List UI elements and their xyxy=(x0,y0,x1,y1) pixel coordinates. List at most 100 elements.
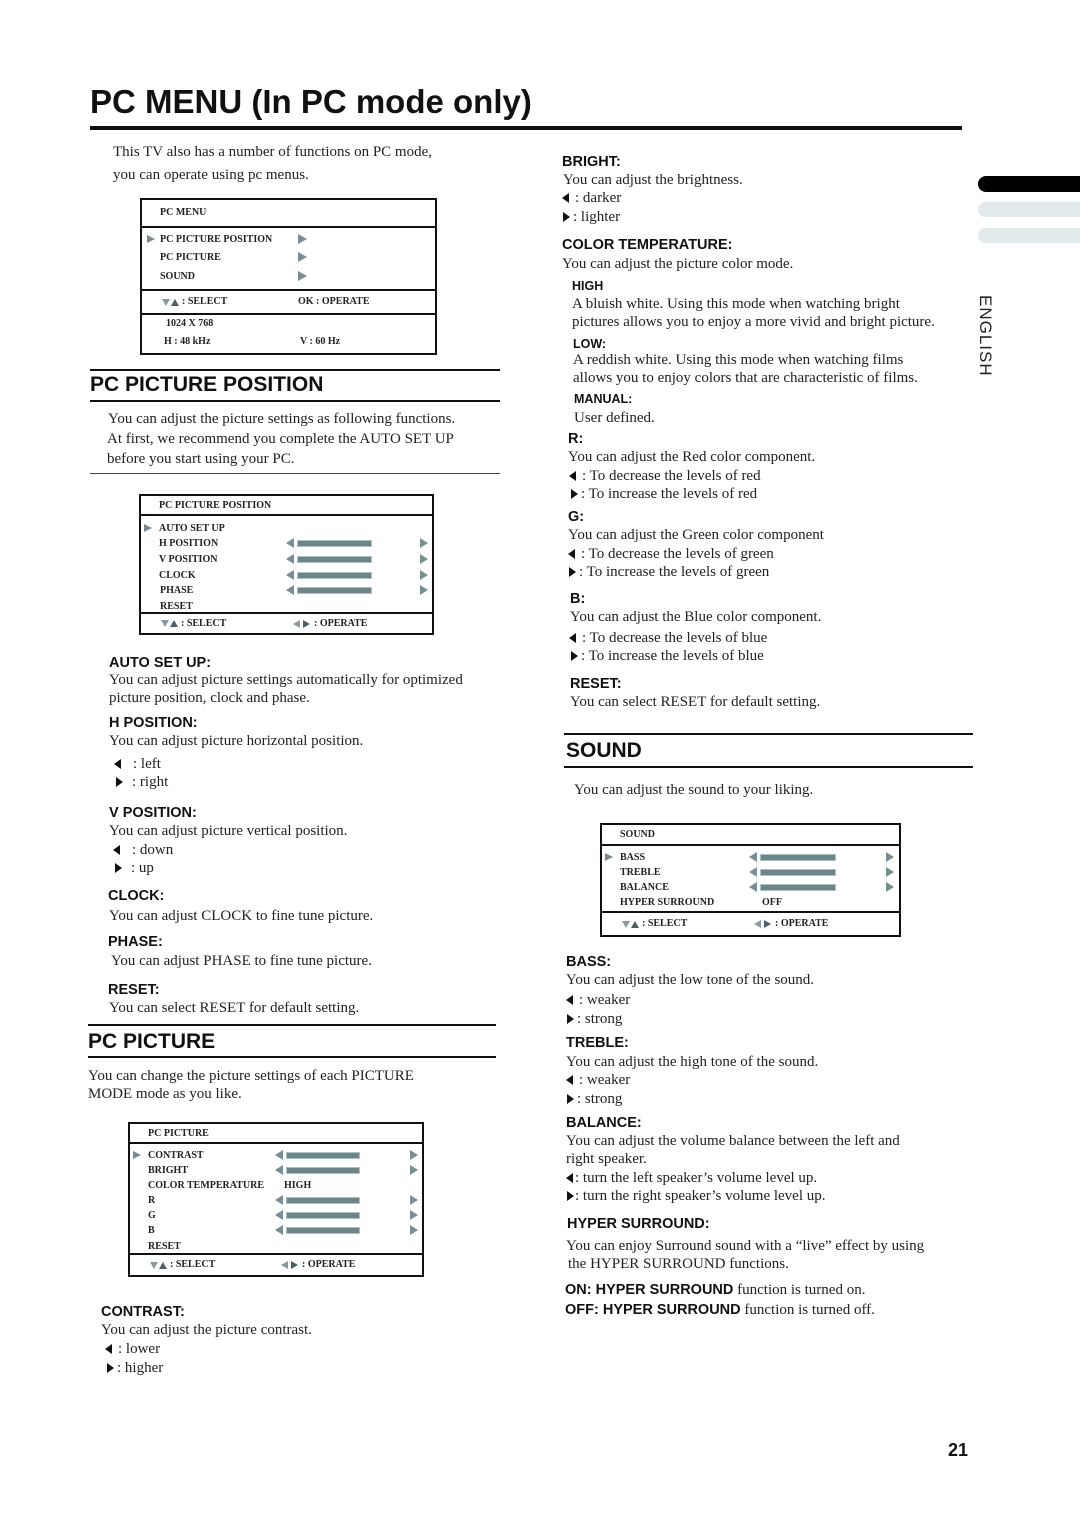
osd-item[interactable]: BRIGHT xyxy=(130,1163,422,1178)
osd-item[interactable]: HYPER SURROUND OFF xyxy=(602,895,899,910)
osd-item[interactable]: AUTO SET UP xyxy=(141,521,432,536)
osd-item[interactable]: V POSITION xyxy=(141,552,432,567)
slider-bar[interactable] xyxy=(286,1227,360,1234)
slider-bar[interactable] xyxy=(760,884,836,891)
select-hint-text: : SELECT xyxy=(170,1259,216,1270)
osd-items: AUTO SET UP H POSITION V POSITION CLOCK … xyxy=(141,516,432,614)
section-rule-bottom xyxy=(564,766,973,768)
r-left-hint: : To decrease the levels of red xyxy=(569,467,761,485)
increase-arrow-icon[interactable] xyxy=(886,867,894,877)
heading-b: B: xyxy=(570,591,586,607)
slider-bar[interactable] xyxy=(286,1152,360,1159)
left-arrow-icon xyxy=(754,920,761,928)
increase-arrow-icon[interactable] xyxy=(886,852,894,862)
decrease-arrow-icon[interactable] xyxy=(275,1150,283,1160)
g-right-hint: : To increase the levels of green xyxy=(569,563,769,581)
increase-arrow-icon[interactable] xyxy=(420,585,428,595)
bright-desc: You can adjust the brightness. xyxy=(563,172,743,188)
language-tab[interactable] xyxy=(978,228,1080,243)
contrast-right-hint: : higher xyxy=(107,1359,163,1377)
v-frequency: V : 60 Hz xyxy=(300,336,341,347)
heading-low: LOW: xyxy=(573,337,607,351)
slider-bar[interactable] xyxy=(297,587,372,594)
osd-item[interactable]: RESET xyxy=(130,1239,422,1254)
increase-arrow-icon[interactable] xyxy=(410,1210,418,1220)
increase-arrow-icon[interactable] xyxy=(410,1165,418,1175)
g-left-hint: : To decrease the levels of green xyxy=(568,545,774,563)
increase-arrow-icon[interactable] xyxy=(410,1195,418,1205)
intro-line: At first, we recommend you complete the … xyxy=(107,431,454,447)
language-tab-active[interactable] xyxy=(978,176,1080,192)
osd-item[interactable]: PHASE xyxy=(141,583,432,598)
osd-item[interactable]: PC PICTURE POSITION xyxy=(142,232,435,247)
osd-footer: : SELECT OK : OPERATE xyxy=(142,291,435,315)
color-temperature-desc: You can adjust the picture color mode. xyxy=(562,256,794,272)
decrease-arrow-icon[interactable] xyxy=(275,1165,283,1175)
h-position-left-hint: : left xyxy=(114,755,161,773)
osd-item[interactable]: CLOCK xyxy=(141,568,432,583)
slider-bar[interactable] xyxy=(297,572,372,579)
osd-item[interactable]: COLOR TEMPERATURE HIGH xyxy=(130,1178,422,1193)
slider-bar[interactable] xyxy=(297,556,372,563)
language-tab[interactable] xyxy=(978,202,1080,217)
increase-arrow-icon[interactable] xyxy=(886,882,894,892)
decrease-arrow-icon[interactable] xyxy=(749,867,757,877)
osd-item-label: PC PICTURE xyxy=(160,252,221,263)
osd-item[interactable]: SOUND xyxy=(142,269,435,284)
off-text: function is turned off. xyxy=(740,1302,875,1318)
left-arrow-icon xyxy=(566,1173,573,1183)
selection-pointer-icon xyxy=(144,524,152,532)
section-title-pc-picture-position: PC PICTURE POSITION xyxy=(90,373,324,396)
decrease-arrow-icon[interactable] xyxy=(275,1210,283,1220)
right-arrow-icon xyxy=(116,777,123,787)
osd-item[interactable]: G xyxy=(130,1208,422,1223)
osd-item[interactable]: RESET xyxy=(141,599,432,614)
slider-bar[interactable] xyxy=(286,1167,360,1174)
osd-item[interactable]: PC PICTURE xyxy=(142,250,435,265)
increase-arrow-icon[interactable] xyxy=(420,554,428,564)
slider-bar[interactable] xyxy=(286,1212,360,1219)
increase-arrow-icon[interactable] xyxy=(420,570,428,580)
decrease-arrow-icon[interactable] xyxy=(749,852,757,862)
heading-v-position: V POSITION: xyxy=(109,805,197,821)
select-hint: : SELECT xyxy=(161,614,226,633)
heading-reset: RESET: xyxy=(108,982,160,998)
hint-text: : lower xyxy=(118,1341,161,1357)
osd-item[interactable]: TREBLE xyxy=(602,865,899,880)
slider-bar[interactable] xyxy=(297,540,372,547)
osd-item-label: BASS xyxy=(620,852,646,863)
desc-line: You can enjoy Surround sound with a “liv… xyxy=(566,1238,925,1254)
resolution: 1024 X 768 xyxy=(166,318,214,329)
decrease-arrow-icon[interactable] xyxy=(286,554,294,564)
osd-item[interactable]: BALANCE xyxy=(602,880,899,895)
right-arrow-icon xyxy=(571,651,578,661)
decrease-arrow-icon[interactable] xyxy=(275,1225,283,1235)
slider-bar[interactable] xyxy=(760,869,836,876)
select-hint-text: : SELECT xyxy=(642,918,688,929)
osd-item-label: COLOR TEMPERATURE xyxy=(148,1180,265,1191)
selection-pointer-icon xyxy=(605,853,613,861)
slider-bar[interactable] xyxy=(760,854,836,861)
osd-item[interactable]: BASS xyxy=(602,850,899,865)
decrease-arrow-icon[interactable] xyxy=(749,882,757,892)
osd-item[interactable]: H POSITION xyxy=(141,536,432,551)
increase-arrow-icon[interactable] xyxy=(410,1150,418,1160)
h-position-desc: You can adjust picture horizontal positi… xyxy=(109,733,364,749)
operate-hint-text: : OPERATE xyxy=(775,918,829,929)
heading-balance: BALANCE: xyxy=(566,1115,642,1131)
right-arrow-icon xyxy=(567,1014,574,1024)
heading-color-temperature: COLOR TEMPERATURE: xyxy=(562,237,733,253)
osd-item[interactable]: B xyxy=(130,1223,422,1238)
decrease-arrow-icon[interactable] xyxy=(286,570,294,580)
submenu-arrow-icon xyxy=(298,271,307,281)
decrease-arrow-icon[interactable] xyxy=(286,585,294,595)
slider-bar[interactable] xyxy=(286,1197,360,1204)
hint-text: : turn the right speaker’s volume level … xyxy=(575,1188,826,1204)
decrease-arrow-icon[interactable] xyxy=(286,538,294,548)
increase-arrow-icon[interactable] xyxy=(420,538,428,548)
pc-picture-osd: PC PICTURE CONTRAST BRIGHT COLOR TEMPERA… xyxy=(128,1122,424,1277)
decrease-arrow-icon[interactable] xyxy=(275,1195,283,1205)
osd-item[interactable]: CONTRAST xyxy=(130,1148,422,1163)
increase-arrow-icon[interactable] xyxy=(410,1225,418,1235)
osd-item[interactable]: R xyxy=(130,1193,422,1208)
